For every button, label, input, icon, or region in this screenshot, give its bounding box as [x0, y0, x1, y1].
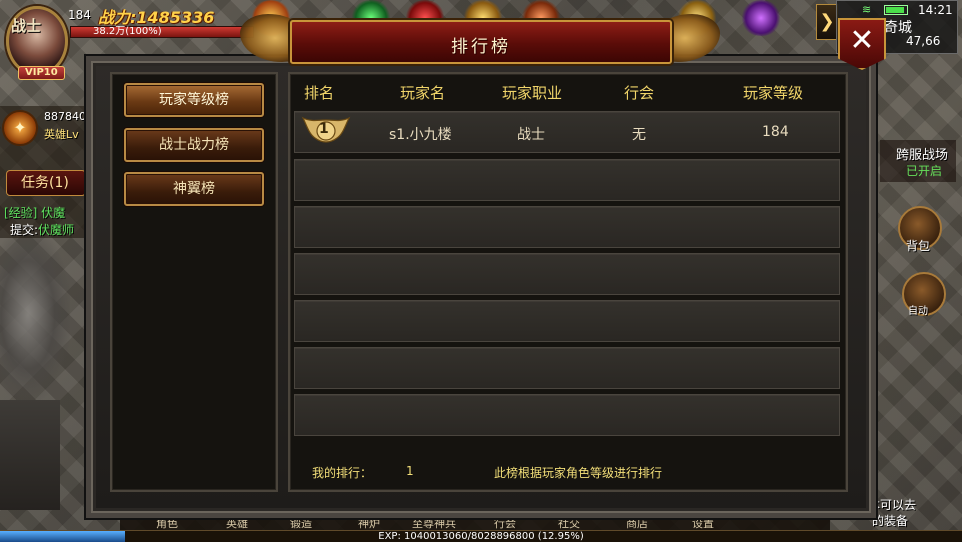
clock: 14:21	[918, 3, 953, 17]
col-guild: 行会	[624, 84, 655, 102]
table-row[interactable]	[294, 394, 840, 436]
col-player-name: 玩家名	[400, 84, 446, 102]
table-row[interactable]: 1 s1.小九楼 战士 无 184	[294, 111, 840, 153]
cell-name: s1.小九楼	[389, 127, 452, 143]
wifi-icon: ≋	[862, 3, 872, 16]
chevron-right-icon[interactable]: ❯	[816, 4, 838, 40]
table-row[interactable]	[294, 159, 840, 201]
chat-text-2: 的装备	[872, 514, 909, 528]
dialog-title-plaque: 排行榜	[290, 20, 672, 64]
exp-bar: EXP: 1040013060/8028896800 (12.95%)	[0, 530, 962, 542]
tab-warrior-power[interactable]: 战士战力榜	[124, 128, 264, 162]
task-tab[interactable]: 任务(1)	[6, 170, 86, 196]
cross-server-status: 已开启	[906, 164, 943, 178]
auto-label: 自动	[908, 306, 928, 317]
exp-text: EXP: 1040013060/8028896800 (12.95%)	[378, 531, 584, 542]
player-level: 184	[68, 8, 91, 22]
cell-guild: 无	[632, 127, 646, 143]
col-rank: 排名	[304, 84, 335, 102]
hero-icon[interactable]: ✦	[2, 110, 38, 146]
my-rank-value: 1	[406, 464, 414, 478]
table-row[interactable]	[294, 253, 840, 295]
combat-power-value: 1485336	[136, 8, 215, 27]
col-player-job: 玩家职业	[502, 84, 563, 102]
task-submit[interactable]: 提交:伏魔师	[10, 221, 74, 238]
class-char: 战士	[11, 17, 42, 35]
combat-power-label: 战力:	[98, 8, 137, 27]
vip-badge[interactable]: VIP10	[18, 66, 65, 80]
hero-level: 英雄Lv	[44, 128, 79, 141]
my-rank-label: 我的排行：	[312, 466, 373, 480]
task-submit-target: 伏魔师	[38, 223, 75, 237]
roof-decoration	[0, 400, 60, 510]
ranking-note: 此榜根据玩家角色等级进行排行	[494, 466, 663, 480]
cross-server-button[interactable]: 跨服战场 已开启	[880, 140, 956, 182]
cell-level: 184	[762, 124, 789, 140]
table-row[interactable]	[294, 206, 840, 248]
table-header: 排名 玩家名 玩家职业 行会 玩家等级	[292, 80, 844, 106]
task-description[interactable]: [经验] 伏魔	[4, 204, 65, 221]
hp-bar: 38.2万(100%)	[70, 26, 254, 38]
cross-server-title: 跨服战场	[896, 148, 949, 163]
map-coordinates: 47,66	[906, 34, 941, 48]
dialog-title: 排行榜	[451, 37, 511, 57]
combat-power: 战力:1485336	[98, 4, 214, 28]
table-row[interactable]	[294, 347, 840, 389]
col-player-level: 玩家等级	[743, 84, 804, 102]
gold-value: 887840	[44, 110, 86, 123]
cell-job: 战士	[517, 127, 545, 143]
statue-decoration	[0, 230, 70, 400]
boss-icon[interactable]	[740, 0, 782, 36]
tab-player-level[interactable]: 玩家等级榜	[124, 83, 264, 117]
tab-wings[interactable]: 神翼榜	[124, 172, 264, 206]
task-submit-label: 提交:	[10, 223, 39, 237]
rank-number: 1	[319, 121, 329, 137]
battery-icon	[884, 5, 908, 15]
table-row[interactable]	[294, 300, 840, 342]
bag-label: 背包	[906, 239, 931, 253]
